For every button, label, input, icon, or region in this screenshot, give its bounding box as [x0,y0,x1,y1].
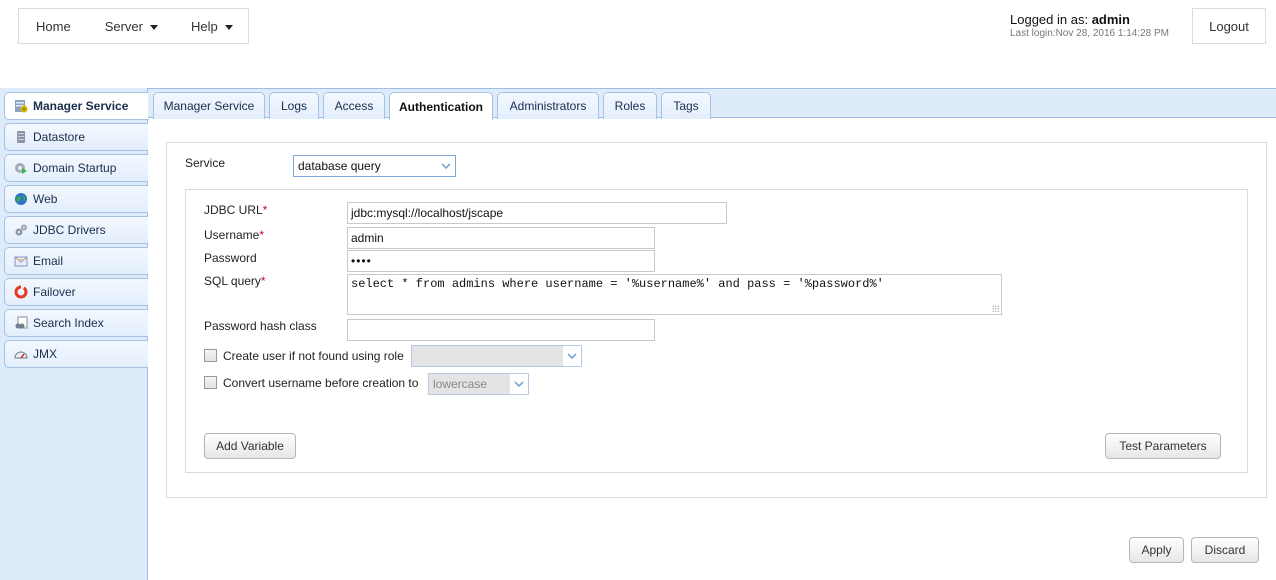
sidebar-item-web[interactable]: Web [4,185,148,213]
lifebuoy-icon [14,285,28,299]
sql-query-label-text: SQL query [204,274,261,288]
password-input[interactable]: •••• [347,250,655,272]
sidebar: Manager Service Datastore Domain Startup… [0,88,149,580]
login-info: Logged in as: admin Last login:Nov 28, 2… [1010,12,1169,39]
convert-username-checkbox[interactable] [204,376,217,389]
caret-down-icon [149,24,158,30]
chevron-down-icon [563,346,581,366]
sidebar-item-jmx[interactable]: JMX [4,340,148,368]
gears-icon [14,223,28,237]
password-hash-class-label: Password hash class [204,319,317,333]
sidebar-item-label: Search Index [33,316,104,330]
create-user-role-select[interactable] [411,345,582,367]
username-label: Username* [204,228,264,242]
required-marker: * [259,228,265,242]
tab-tags[interactable]: Tags [661,92,711,119]
chevron-down-icon [510,374,528,394]
add-variable-button[interactable]: Add Variable [204,433,296,459]
sidebar-item-label: Failover [33,285,76,299]
password-hash-class-input[interactable] [347,319,655,341]
resize-grip-icon[interactable] [992,305,999,312]
sidebar-item-label: Web [33,192,58,206]
server-icon [14,99,28,113]
jdbc-url-label: JDBC URL* [204,203,267,217]
envelope-icon [14,254,28,268]
sidebar-item-label: Email [33,254,64,268]
last-login-text: Last login:Nov 28, 2016 1:14:28 PM [1010,28,1169,39]
sidebar-item-label: JDBC Drivers [33,223,106,237]
create-user-checkbox[interactable] [204,349,217,362]
top-navigation: Home Server Help [18,8,249,44]
service-select[interactable]: database query [293,155,456,177]
nav-home[interactable]: Home [19,19,71,34]
logged-in-prefix: Logged in as: [1010,12,1092,27]
jdbc-url-label-text: JDBC URL [204,203,263,217]
sidebar-item-datastore[interactable]: Datastore [4,123,148,151]
jdbc-url-input[interactable]: jdbc:mysql://localhost/jscape [347,202,727,224]
sidebar-item-failover[interactable]: Failover [4,278,148,306]
sidebar-item-jdbc-drivers[interactable]: JDBC Drivers [4,216,148,244]
service-label: Service [185,156,226,170]
service-settings-panel [185,189,1248,473]
discard-button[interactable]: Discard [1191,537,1259,563]
nav-server-menu[interactable]: Server [88,19,158,34]
logged-in-text: Logged in as: admin [1010,12,1169,27]
apply-button[interactable]: Apply [1129,537,1184,563]
sql-query-textarea[interactable]: select * from admins where username = '%… [347,274,1002,315]
sidebar-item-email[interactable]: Email [4,247,148,275]
required-marker: * [262,203,268,217]
password-label: Password [204,251,257,265]
logout-button[interactable]: Logout [1192,8,1266,44]
username-label-text: Username [204,228,260,242]
document-search-icon [14,316,28,330]
nav-server-label: Server [104,18,143,34]
chevron-down-icon [437,156,455,176]
logged-in-username: admin [1091,12,1130,27]
sidebar-item-label: JMX [33,347,57,361]
globe-icon [14,192,28,206]
test-parameters-button[interactable]: Test Parameters [1105,433,1221,459]
sidebar-item-label: Datastore [33,130,86,144]
nav-home-label: Home [36,18,71,34]
convert-case-select[interactable]: lowercase [428,373,529,395]
nav-help-label: Help [190,18,218,34]
convert-username-label: Convert username before creation to [223,376,419,390]
tab-logs[interactable]: Logs [269,92,319,119]
required-marker: * [260,274,266,288]
sidebar-item-label: Domain Startup [33,161,117,175]
caret-down-icon [224,24,233,30]
tab-administrators[interactable]: Administrators [497,92,599,119]
create-user-label: Create user if not found using role [223,349,404,363]
sql-query-label: SQL query* [204,274,266,288]
nav-help-menu[interactable]: Help [174,19,233,34]
tab-manager-service[interactable]: Manager Service [153,92,265,119]
sidebar-item-manager-service[interactable]: Manager Service [4,92,149,120]
convert-case-value: lowercase [433,377,488,391]
tab-bar: Manager Service Logs Access Authenticati… [148,88,1276,120]
gauge-icon [14,347,28,361]
tab-roles[interactable]: Roles [603,92,657,119]
sidebar-item-label: Manager Service [33,99,129,113]
sidebar-item-search-index[interactable]: Search Index [4,309,148,337]
gear-play-icon [14,161,28,175]
service-select-value: database query [298,159,381,173]
sql-query-value: select * from admins where username = '%… [351,277,884,291]
sidebar-item-domain-startup[interactable]: Domain Startup [4,154,148,182]
database-icon [14,130,28,144]
tab-authentication[interactable]: Authentication [389,92,493,120]
tab-access[interactable]: Access [323,92,385,119]
username-input[interactable]: admin [347,227,655,249]
